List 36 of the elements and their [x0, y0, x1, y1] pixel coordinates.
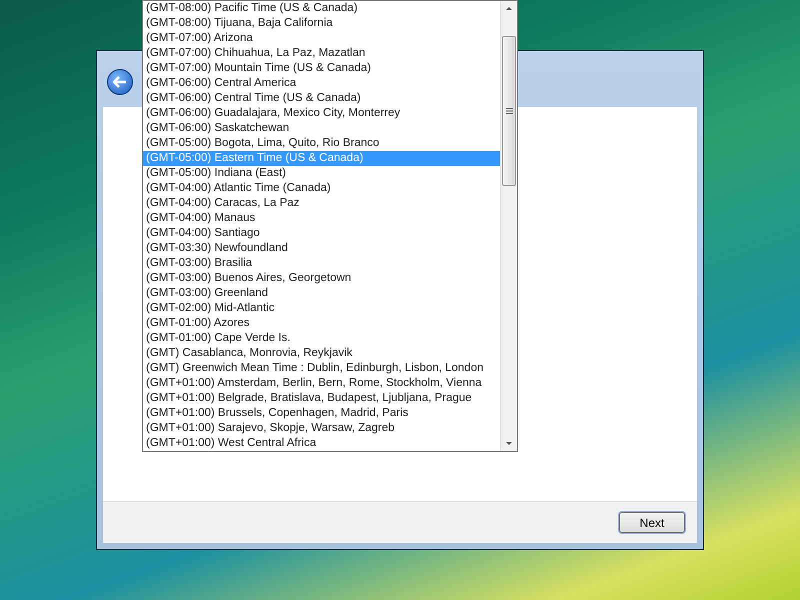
- timezone-option[interactable]: (GMT-01:00) Azores: [143, 316, 500, 331]
- timezone-option[interactable]: (GMT-01:00) Cape Verde Is.: [143, 331, 500, 346]
- timezone-option[interactable]: (GMT-02:00) Mid-Atlantic: [143, 301, 500, 316]
- left-arrow-icon: [113, 76, 127, 88]
- timezone-option[interactable]: (GMT-08:00) Tijuana, Baja California: [143, 16, 500, 31]
- timezone-option[interactable]: (GMT-06:00) Central America: [143, 76, 500, 91]
- timezone-option[interactable]: (GMT-07:00) Arizona: [143, 31, 500, 46]
- timezone-option[interactable]: (GMT) Greenwich Mean Time : Dublin, Edinburgh, Lisbon, London: [143, 361, 500, 376]
- timezone-option[interactable]: (GMT-04:00) Caracas, La Paz: [143, 196, 500, 211]
- timezone-option[interactable]: (GMT+01:00) Belgrade, Bratislava, Budapest, Ljubljana, Prague: [143, 391, 500, 406]
- timezone-option[interactable]: (GMT-03:00) Buenos Aires, Georgetown: [143, 271, 500, 286]
- scroll-thumb[interactable]: [502, 36, 516, 186]
- scroll-down-icon[interactable]: [506, 442, 512, 445]
- grip-icon: [506, 108, 512, 114]
- scroll-up-icon[interactable]: [506, 7, 512, 10]
- timezone-option[interactable]: (GMT-06:00) Guadalajara, Mexico City, Monterrey: [143, 106, 500, 121]
- timezone-option[interactable]: (GMT-04:00) Santiago: [143, 226, 500, 241]
- timezone-option[interactable]: (GMT+01:00) Brussels, Copenhagen, Madrid, Paris: [143, 406, 500, 421]
- timezone-option[interactable]: (GMT-05:00) Bogota, Lima, Quito, Rio Branco: [143, 136, 500, 151]
- timezone-option[interactable]: (GMT+01:00) Sarajevo, Skopje, Warsaw, Zagreb: [143, 421, 500, 436]
- timezone-option[interactable]: (GMT-03:00) Brasilia: [143, 256, 500, 271]
- timezone-option[interactable]: (GMT-06:00) Saskatchewan: [143, 121, 500, 136]
- timezone-option[interactable]: (GMT-03:30) Newfoundland: [143, 241, 500, 256]
- next-button[interactable]: Next: [619, 512, 685, 533]
- timezone-option[interactable]: (GMT-04:00) Atlantic Time (Canada): [143, 181, 500, 196]
- back-button[interactable]: [107, 69, 133, 95]
- timezone-option[interactable]: (GMT) Casablanca, Monrovia, Reykjavik: [143, 346, 500, 361]
- timezone-option[interactable]: (GMT+01:00) West Central Africa: [143, 436, 500, 451]
- timezone-option[interactable]: (GMT-06:00) Central Time (US & Canada): [143, 91, 500, 106]
- timezone-option[interactable]: (GMT-03:00) Greenland: [143, 286, 500, 301]
- timezone-option[interactable]: (GMT-07:00) Mountain Time (US & Canada): [143, 61, 500, 76]
- timezone-option[interactable]: (GMT-07:00) Chihuahua, La Paz, Mazatlan: [143, 46, 500, 61]
- timezone-option[interactable]: (GMT-04:00) Manaus: [143, 211, 500, 226]
- timezone-option[interactable]: (GMT-05:00) Indiana (East): [143, 166, 500, 181]
- timezone-option[interactable]: (GMT-08:00) Pacific Time (US & Canada): [143, 1, 500, 16]
- timezone-option[interactable]: (GMT+01:00) Amsterdam, Berlin, Bern, Rome, Stockholm, Vienna: [143, 376, 500, 391]
